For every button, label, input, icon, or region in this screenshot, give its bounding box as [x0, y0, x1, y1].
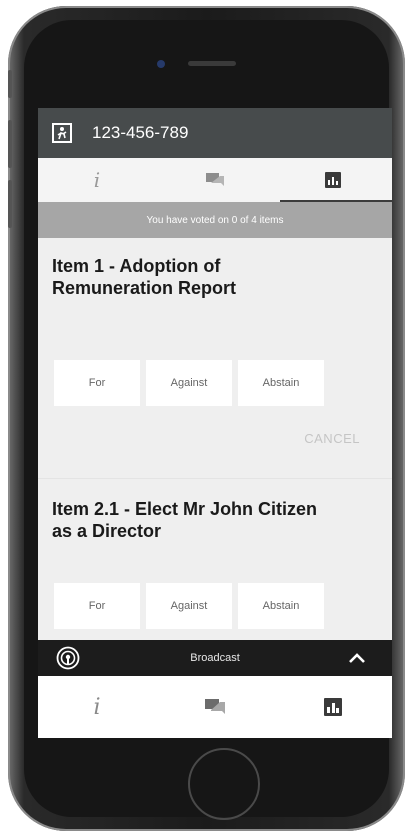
vote-for-button[interactable]: For — [54, 360, 140, 406]
header-bar: 123-456-789 — [38, 108, 392, 158]
info-icon: i — [93, 168, 101, 192]
silent-switch — [8, 70, 12, 98]
vote-abstain-button[interactable]: Abstain — [238, 360, 324, 406]
item-title-line: as a Director — [52, 521, 162, 541]
volume-up-button — [8, 120, 12, 168]
vote-against-button[interactable]: Against — [146, 583, 232, 629]
home-button — [188, 748, 260, 820]
vote-icon — [325, 172, 341, 188]
agenda-item: Item 1 - Adoption of Remuneration Report… — [38, 238, 392, 460]
broadcast-label: Broadcast — [190, 652, 240, 664]
tab-chat[interactable] — [156, 158, 274, 202]
item-title-line: Remuneration Report — [52, 278, 237, 298]
vote-abstain-button[interactable]: Abstain — [238, 583, 324, 629]
agenda-list[interactable]: Item 1 - Adoption of Remuneration Report… — [38, 238, 392, 640]
broadcast-bar[interactable]: Broadcast — [38, 640, 392, 676]
front-camera — [157, 60, 165, 68]
item-title: Item 1 - Adoption of Remuneration Report — [52, 255, 236, 299]
info-icon: i — [93, 694, 101, 720]
nav-info[interactable]: i — [38, 676, 156, 738]
earpiece-speaker — [188, 61, 236, 66]
item-title: Item 2.1 - Elect Mr John Citizen as a Di… — [52, 498, 317, 542]
bottom-nav: i — [38, 676, 392, 738]
exit-icon[interactable] — [52, 123, 72, 143]
chevron-up-icon[interactable] — [348, 651, 366, 665]
vote-for-button[interactable]: For — [54, 583, 140, 629]
nav-chat[interactable] — [156, 676, 274, 738]
vote-status-banner: You have voted on 0 of 4 items — [38, 202, 392, 238]
cancel-vote-button[interactable]: CANCEL — [304, 431, 360, 446]
phone-number: 123-456-789 — [92, 123, 189, 142]
volume-down-button — [8, 180, 12, 228]
vote-icon — [324, 698, 342, 716]
tab-bar: i — [38, 158, 392, 202]
vote-against-button[interactable]: Against — [146, 360, 232, 406]
nav-vote[interactable] — [274, 676, 392, 738]
tab-info[interactable]: i — [38, 158, 156, 202]
app-screen: 123-456-789 i You have voted on 0 of 4 i… — [38, 108, 392, 738]
tab-vote[interactable] — [274, 158, 392, 202]
chat-icon — [205, 699, 225, 714]
agenda-item: Item 2.1 - Elect Mr John Citizen as a Di… — [38, 479, 392, 640]
item-title-line: Item 2.1 - Elect Mr John Citizen — [52, 499, 318, 519]
item-title-line: Item 1 - Adoption of — [52, 256, 221, 276]
vote-status-text: You have voted on 0 of 4 items — [146, 214, 284, 226]
chat-icon — [206, 173, 224, 186]
